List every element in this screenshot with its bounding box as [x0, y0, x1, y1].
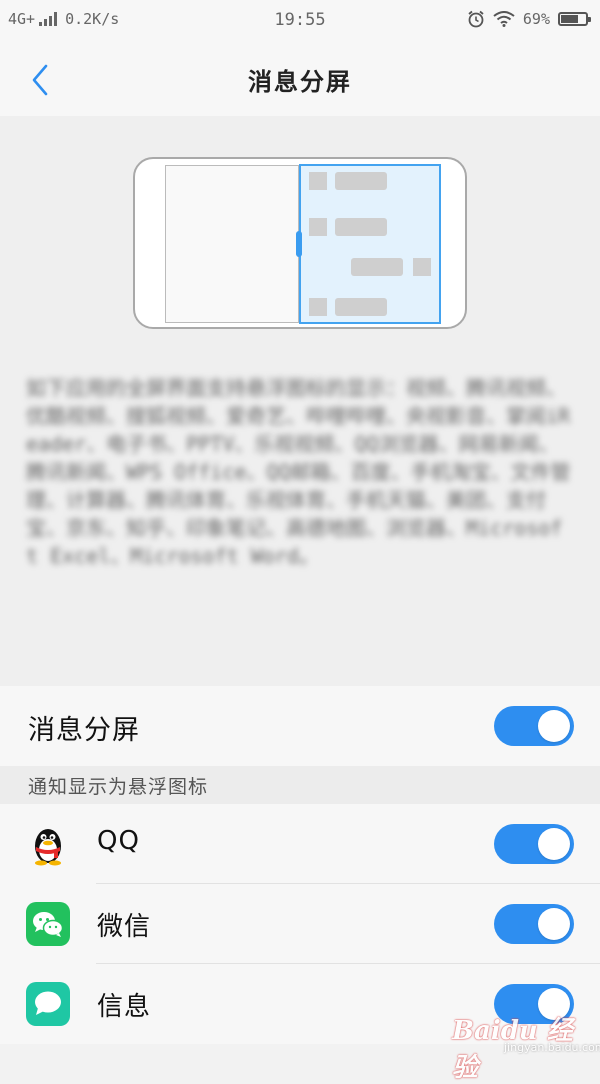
master-setting-row: 消息分屏	[0, 686, 600, 766]
chat-bubble	[335, 218, 387, 236]
wechat-icon	[26, 902, 70, 946]
split-divider-handle	[296, 231, 302, 257]
app-label-wechat: 微信	[97, 912, 152, 942]
toggle-knob	[538, 828, 570, 860]
illustration-left-pane	[165, 165, 299, 323]
illustration-right-pane	[299, 164, 441, 324]
status-right: 69%	[467, 10, 591, 28]
battery-percent: 69%	[522, 10, 550, 28]
chat-avatar	[309, 172, 327, 190]
status-bar: 4G+ 0.2K/s 19:55 69%	[0, 0, 600, 40]
baidu-watermark: Baidu 经验 jingyan.baidu.com	[446, 1010, 600, 1083]
app-row-qq: QQ	[0, 804, 600, 884]
chat-avatar	[309, 298, 327, 316]
toggle-knob	[538, 908, 570, 940]
app-label-qq: QQ	[97, 826, 140, 856]
toggle-qq[interactable]	[494, 824, 574, 864]
alarm-icon	[468, 10, 484, 28]
wifi-icon	[493, 11, 515, 27]
toggle-knob	[538, 710, 570, 742]
supported-apps-description: 如下应用的全屏界面支持悬浮图标的显示：视频、腾讯视频、优酷视频、搜狐视频、爱奇艺…	[26, 376, 571, 568]
watermark-url: jingyan.baidu.com	[504, 1041, 600, 1054]
chat-avatar	[413, 258, 431, 276]
chat-bubble	[335, 172, 387, 190]
master-toggle[interactable]	[494, 706, 574, 746]
battery-icon	[558, 12, 591, 26]
app-row-wechat: 微信	[0, 884, 600, 964]
master-setting-label: 消息分屏	[28, 715, 140, 746]
messages-icon	[26, 982, 70, 1026]
battery-level	[561, 15, 578, 23]
toggle-wechat[interactable]	[494, 904, 574, 944]
split-screen-illustration	[133, 157, 467, 329]
section-label: 通知显示为悬浮图标	[28, 776, 209, 798]
section-header: 通知显示为悬浮图标	[0, 766, 600, 804]
page-title: 消息分屏	[248, 68, 352, 96]
chat-bubble	[351, 258, 403, 276]
title-bar: 消息分屏	[0, 40, 600, 116]
qq-penguin-icon	[35, 829, 61, 866]
app-label-messages: 信息	[97, 992, 152, 1022]
chat-bubble	[335, 298, 387, 316]
preview-area: 如下应用的全屏界面支持悬浮图标的显示：视频、腾讯视频、优酷视频、搜狐视频、爱奇艺…	[0, 116, 600, 686]
chat-avatar	[309, 218, 327, 236]
